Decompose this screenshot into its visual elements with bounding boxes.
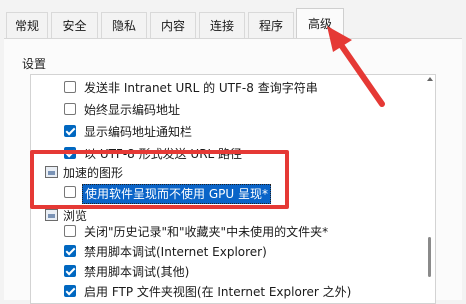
list-item[interactable]: 关闭"历史记录"和"收藏夹"中未使用的文件夹* (31, 221, 411, 243)
checkbox[interactable] (64, 103, 76, 115)
tab-programs[interactable]: 程序 (248, 12, 294, 38)
tab-general[interactable]: 常规 (6, 12, 48, 38)
setting-label: 发送非 Intranet URL 的 UTF-8 查询字符串 (84, 81, 318, 95)
setting-label: 启用 FTP 文件夹视图(在 Internet Explorer 之外) (84, 285, 352, 299)
list-item-software-rendering[interactable]: 使用软件呈现而不使用 GPU 呈现* (31, 182, 411, 204)
setting-label: 关闭"历史记录"和"收藏夹"中未使用的文件夹* (84, 225, 329, 239)
list-item[interactable]: 始终显示编码地址 (31, 99, 411, 121)
checkbox[interactable] (64, 147, 76, 159)
tab-connections[interactable]: 连接 (199, 12, 245, 38)
group-label: 加速的图形 (63, 166, 124, 180)
setting-label: 禁用脚本调试(其他) (84, 265, 190, 279)
tab-security[interactable]: 安全 (51, 12, 98, 38)
checkbox[interactable] (64, 265, 76, 277)
list-item[interactable]: 发送非 Intranet URL 的 UTF-8 查询字符串 (31, 77, 411, 99)
tab-strip: 常规 安全 隐私 内容 连接 程序 高级 (0, 0, 466, 39)
scroll-up-arrow-icon[interactable] (427, 77, 433, 81)
settings-list[interactable]: 发送非 Intranet URL 的 UTF-8 查询字符串 始终显示编码地址 … (30, 74, 436, 304)
settings-heading: 设置 (22, 57, 47, 71)
checkbox[interactable] (64, 125, 76, 137)
monitor-icon (45, 166, 58, 178)
checkbox[interactable] (64, 81, 76, 93)
tab-privacy[interactable]: 隐私 (101, 12, 147, 38)
setting-label: 始终显示编码地址 (84, 103, 181, 117)
group-header-accelerated-graphics: 加速的图形 (31, 162, 411, 184)
setting-label: 禁用脚本调试(Internet Explorer) (84, 245, 267, 259)
tab-content[interactable]: 内容 (150, 12, 196, 38)
vertical-scrollbar[interactable] (427, 77, 433, 299)
setting-label: 显示编码地址通知栏 (84, 125, 193, 139)
folder-icon (45, 209, 58, 221)
list-item[interactable]: 禁用脚本调试(Internet Explorer) (31, 241, 411, 263)
checkbox[interactable] (64, 225, 76, 237)
setting-label: 使用软件呈现而不使用 GPU 呈现* (82, 184, 271, 204)
tab-advanced[interactable]: 高级 (296, 8, 344, 39)
list-item[interactable]: 禁用脚本调试(其他) (31, 261, 411, 283)
list-item[interactable]: 显示编码地址通知栏 (31, 121, 411, 143)
checkbox[interactable] (64, 245, 76, 257)
checkbox[interactable] (64, 186, 76, 198)
list-item[interactable]: 启用 FTP 文件夹视图(在 Internet Explorer 之外) (31, 281, 411, 303)
scroll-thumb[interactable] (428, 237, 431, 277)
checkbox[interactable] (64, 285, 76, 297)
